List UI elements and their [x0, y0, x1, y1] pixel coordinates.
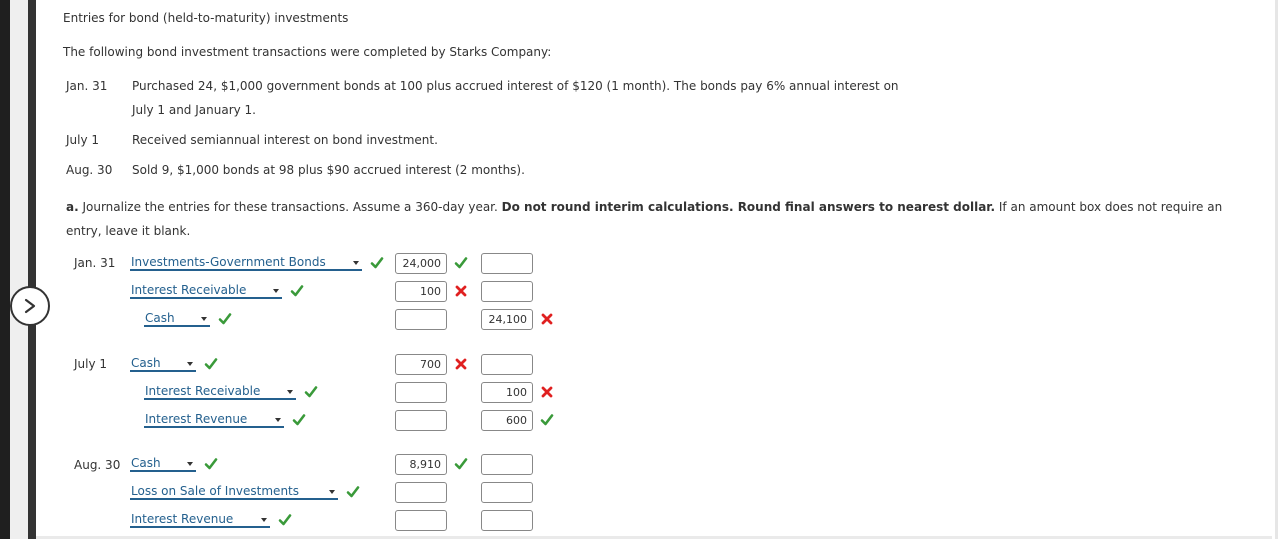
transaction-text: Purchased 24, $1,000 government bonds at… [132, 79, 899, 93]
credit-input[interactable] [481, 482, 533, 503]
checkmark-icon [278, 513, 292, 527]
credit-input[interactable] [481, 354, 533, 375]
instructions-bold: Do not round interim calculations. Round… [501, 200, 996, 214]
account-dropdown[interactable]: Interest Revenue [144, 413, 284, 428]
checkmark-icon [370, 256, 384, 270]
account-dropdown-value: Interest Receivable [145, 384, 261, 398]
checkmark-icon [204, 357, 218, 371]
entry-date: July 1 [74, 357, 108, 371]
account-dropdown-value: Cash [131, 456, 161, 470]
chevron-right-icon [24, 298, 36, 314]
chevron-down-icon [187, 362, 193, 366]
checkmark-icon [346, 485, 360, 499]
chevron-down-icon [261, 518, 267, 522]
account-dropdown-value: Loss on Sale of Investments [131, 484, 299, 498]
checkmark-icon [540, 413, 554, 427]
instructions-text-tail: If an amount box does not require an [995, 200, 1223, 214]
x-mark-icon [540, 312, 554, 326]
part-label: a. [66, 200, 79, 214]
chevron-down-icon [201, 317, 207, 321]
transaction-date: Jan. 31 [66, 79, 108, 93]
account-dropdown-value: Cash [145, 311, 175, 325]
checkmark-icon [290, 284, 304, 298]
problem-intro: The following bond investment transactio… [63, 45, 552, 59]
account-dropdown[interactable]: Cash [130, 357, 196, 372]
credit-input[interactable] [481, 253, 533, 274]
debit-input[interactable] [395, 454, 447, 475]
transaction-text-cont: July 1 and January 1. [132, 103, 256, 117]
expand-panel-button[interactable] [10, 286, 50, 326]
transaction-text: Received semiannual interest on bond inv… [132, 133, 438, 147]
credit-input[interactable] [481, 281, 533, 302]
checkmark-icon [454, 457, 468, 471]
debit-input[interactable] [395, 410, 447, 431]
chevron-down-icon [273, 289, 279, 293]
instructions-text: Journalize the entries for these transac… [78, 200, 502, 214]
instructions: a. Journalize the entries for these tran… [66, 200, 1222, 214]
account-dropdown[interactable]: Investments-Government Bonds [130, 256, 362, 271]
entry-date: Aug. 30 [74, 458, 121, 472]
debit-input[interactable] [395, 281, 447, 302]
account-dropdown-value: Investments-Government Bonds [131, 255, 326, 269]
transaction-text: Sold 9, $1,000 bonds at 98 plus $90 accr… [132, 163, 525, 177]
chevron-down-icon [353, 261, 359, 265]
account-dropdown-value: Interest Revenue [145, 412, 248, 426]
credit-input[interactable] [481, 309, 533, 330]
checkmark-icon [454, 256, 468, 270]
account-dropdown[interactable]: Cash [144, 312, 210, 327]
credit-input[interactable] [481, 454, 533, 475]
checkmark-icon [218, 312, 232, 326]
transaction-date: July 1 [66, 133, 100, 147]
chevron-down-icon [187, 462, 193, 466]
debit-input[interactable] [395, 253, 447, 274]
x-mark-icon [540, 385, 554, 399]
checkmark-icon [292, 413, 306, 427]
debit-input[interactable] [395, 482, 447, 503]
x-mark-icon [454, 284, 468, 298]
entry-date: Jan. 31 [74, 256, 116, 270]
credit-input[interactable] [481, 410, 533, 431]
left-panel-edge [0, 0, 10, 539]
debit-input[interactable] [395, 382, 447, 403]
credit-input[interactable] [481, 510, 533, 531]
account-dropdown[interactable]: Cash [130, 457, 196, 472]
account-dropdown-value: Interest Receivable [131, 283, 247, 297]
debit-input[interactable] [395, 354, 447, 375]
account-dropdown[interactable]: Interest Revenue [130, 513, 270, 528]
account-dropdown[interactable]: Interest Receivable [144, 385, 296, 400]
chevron-down-icon [275, 418, 281, 422]
account-dropdown[interactable]: Interest Receivable [130, 284, 282, 299]
checkmark-icon [304, 385, 318, 399]
left-panel-divider [28, 0, 36, 539]
chevron-down-icon [329, 490, 335, 494]
x-mark-icon [454, 357, 468, 371]
problem-title: Entries for bond (held-to-maturity) inve… [63, 11, 349, 25]
debit-input[interactable] [395, 510, 447, 531]
account-dropdown-value: Cash [131, 356, 161, 370]
debit-input[interactable] [395, 309, 447, 330]
left-panel-gutter [10, 0, 28, 539]
transaction-date: Aug. 30 [66, 163, 113, 177]
instructions-cont: entry, leave it blank. [66, 224, 191, 238]
checkmark-icon [204, 457, 218, 471]
chevron-down-icon [287, 390, 293, 394]
account-dropdown-value: Interest Revenue [131, 512, 234, 526]
account-dropdown[interactable]: Loss on Sale of Investments [130, 485, 338, 500]
credit-input[interactable] [481, 382, 533, 403]
